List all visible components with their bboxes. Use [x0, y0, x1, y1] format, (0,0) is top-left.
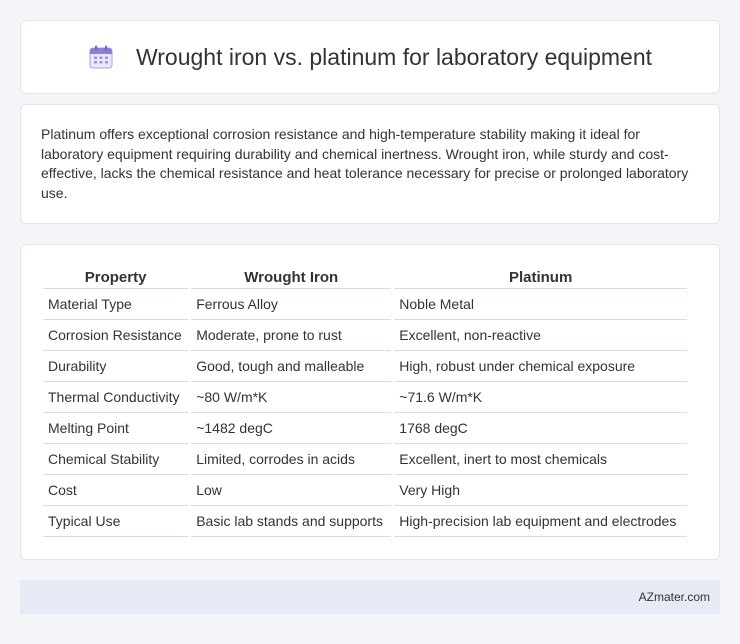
cell-property: Typical Use: [43, 506, 189, 537]
table-row: Material Type Ferrous Alloy Noble Metal: [43, 289, 687, 320]
cell-property: Melting Point: [43, 413, 189, 444]
header-platinum: Platinum: [394, 267, 687, 289]
cell-platinum: Very High: [394, 475, 687, 506]
cell-platinum: Excellent, inert to most chemicals: [394, 444, 687, 475]
header-wrought-iron: Wrought Iron: [191, 267, 392, 289]
table-row: Thermal Conductivity ~80 W/m*K ~71.6 W/m…: [43, 382, 687, 413]
cell-wrought-iron: Good, tough and malleable: [191, 351, 392, 382]
cell-platinum: Excellent, non-reactive: [394, 320, 687, 351]
table-row: Corrosion Resistance Moderate, prone to …: [43, 320, 687, 351]
comparison-table-card: Property Wrought Iron Platinum Material …: [20, 244, 720, 560]
cell-property: Cost: [43, 475, 189, 506]
calendar-icon: [89, 45, 113, 69]
cell-platinum: Noble Metal: [394, 289, 687, 320]
cell-wrought-iron: Moderate, prone to rust: [191, 320, 392, 351]
cell-property: Chemical Stability: [43, 444, 189, 475]
summary-card: Platinum offers exceptional corrosion re…: [20, 104, 720, 224]
table-row: Melting Point ~1482 degC 1768 degC: [43, 413, 687, 444]
cell-wrought-iron: ~1482 degC: [191, 413, 392, 444]
cell-wrought-iron: ~80 W/m*K: [191, 382, 392, 413]
cell-wrought-iron: Low: [191, 475, 392, 506]
comparison-table: Property Wrought Iron Platinum Material …: [40, 267, 690, 537]
table-row: Typical Use Basic lab stands and support…: [43, 506, 687, 537]
cell-platinum: ~71.6 W/m*K: [394, 382, 687, 413]
cell-wrought-iron: Limited, corrodes in acids: [191, 444, 392, 475]
cell-platinum: 1768 degC: [394, 413, 687, 444]
cell-property: Thermal Conductivity: [43, 382, 189, 413]
page-title: Wrought iron vs. platinum for laboratory…: [135, 43, 653, 70]
header-property: Property: [43, 267, 189, 289]
cell-property: Corrosion Resistance: [43, 320, 189, 351]
footer-bar: AZmater.com: [20, 580, 720, 614]
cell-platinum: High, robust under chemical exposure: [394, 351, 687, 382]
table-row: Chemical Stability Limited, corrodes in …: [43, 444, 687, 475]
cell-platinum: High-precision lab equipment and electro…: [394, 506, 687, 537]
cell-property: Durability: [43, 351, 189, 382]
table-row: Cost Low Very High: [43, 475, 687, 506]
cell-wrought-iron: Basic lab stands and supports: [191, 506, 392, 537]
cell-property: Material Type: [43, 289, 189, 320]
table-header-row: Property Wrought Iron Platinum: [43, 267, 687, 289]
header-card: Wrought iron vs. platinum for laboratory…: [20, 20, 720, 94]
summary-text: Platinum offers exceptional corrosion re…: [41, 126, 689, 201]
footer-brand: AZmater.com: [638, 590, 710, 604]
cell-wrought-iron: Ferrous Alloy: [191, 289, 392, 320]
table-row: Durability Good, tough and malleable Hig…: [43, 351, 687, 382]
